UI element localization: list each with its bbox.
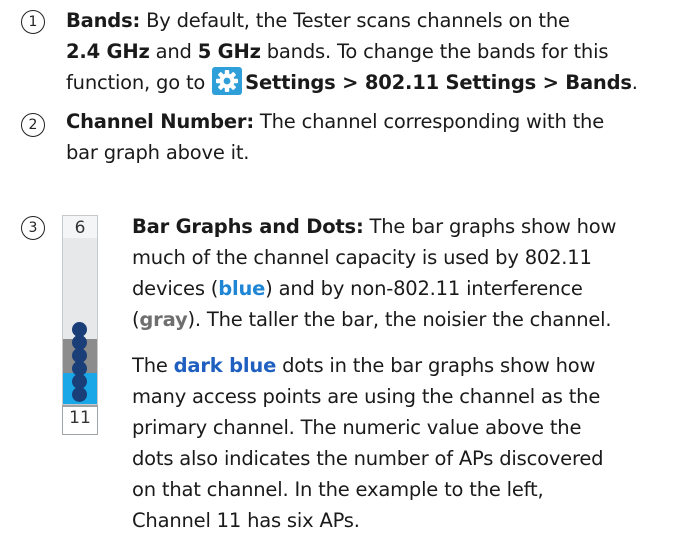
- gray-label: gray: [139, 308, 188, 331]
- step-number-2: 2: [21, 113, 45, 137]
- channel-number-label: 11: [69, 408, 91, 428]
- ap-dot: [72, 322, 87, 337]
- channel-number-description: Channel Number: The channel correspondin…: [66, 110, 605, 164]
- settings-path: Settings > 802.11 Settings > Bands: [245, 71, 632, 94]
- dark-blue-label: dark blue: [173, 354, 277, 377]
- ap-dot: [72, 335, 87, 350]
- settings-gear-icon: [212, 67, 243, 95]
- ap-count-label: 6: [74, 218, 86, 238]
- bands-description: Bands: By default, the Tester scans chan…: [66, 9, 638, 95]
- ap-dot: [72, 348, 87, 363]
- bar-graphs-title: Bar Graphs and Dots:: [132, 215, 364, 238]
- ap-dot: [72, 387, 87, 402]
- bar-graph-example: 6 11: [62, 215, 98, 457]
- dots-description: The dark blue dots in the bar graphs sho…: [132, 354, 604, 532]
- bar-graphs-description: Bar Graphs and Dots: The bar graphs show…: [132, 215, 617, 331]
- ap-dot: [72, 374, 87, 389]
- step-number-3: 3: [21, 216, 45, 240]
- bands-title: Bands:: [66, 9, 141, 32]
- step-number-1: 1: [21, 10, 45, 34]
- blue-label: blue: [218, 277, 266, 300]
- channel-number-title: Channel Number:: [66, 110, 254, 133]
- ap-dot: [72, 361, 87, 376]
